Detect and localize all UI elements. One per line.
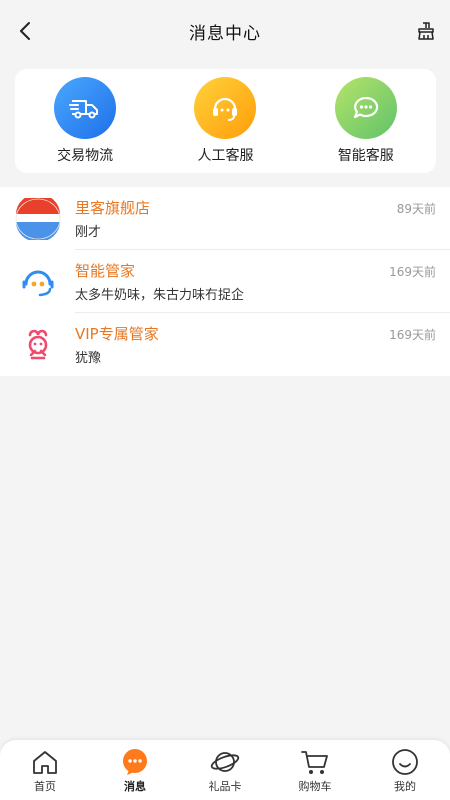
tab-gift-card-label: 礼品卡: [208, 780, 242, 793]
tab-cart-label: 购物车: [298, 780, 332, 793]
smiley-icon: [390, 747, 420, 777]
tab-gift-card[interactable]: 礼品卡: [185, 740, 265, 794]
tab-home-label: 首页: [34, 780, 56, 793]
human-service-entry[interactable]: 人工客服: [165, 77, 285, 165]
robot-headset-icon: [14, 260, 62, 304]
top-bar: 消息中心: [0, 0, 450, 62]
conversation-name: VIP专属管家: [75, 325, 159, 343]
conversation-preview: 犹豫: [75, 351, 102, 366]
cart-icon: [300, 747, 330, 777]
tab-cart[interactable]: 购物车: [275, 740, 355, 794]
tab-home[interactable]: 首页: [5, 740, 85, 794]
conversation-time: 169天前: [389, 265, 436, 279]
planet-icon: [210, 747, 240, 777]
page-title: 消息中心: [189, 23, 261, 44]
conversation-time: 169天前: [389, 328, 436, 342]
logistics-label: 交易物流: [57, 148, 114, 164]
tab-mine[interactable]: 我的: [365, 740, 445, 794]
home-icon: [30, 747, 60, 777]
conversation-preview: 刚才: [75, 225, 102, 240]
broom-icon: [418, 22, 434, 40]
tab-messages-label: 消息: [124, 780, 146, 793]
message-list: 里客旗舰店 89天前 刚才 智能管家 169天前 太多牛奶味，朱古力味冇捉企 V…: [0, 187, 450, 376]
conversation-name: 智能管家: [75, 262, 136, 280]
chevron-left-icon: [20, 22, 30, 40]
message-row-store[interactable]: 里客旗舰店 89天前 刚才: [0, 187, 450, 250]
headset-icon: [194, 77, 257, 139]
human-service-label: 人工客服: [197, 148, 254, 164]
message-row-smart-butler[interactable]: 智能管家 169天前 太多牛奶味，朱古力味冇捉企: [0, 250, 450, 313]
back-button[interactable]: [14, 19, 38, 43]
tab-messages[interactable]: 消息: [95, 740, 175, 794]
chat-bubble-icon: [334, 77, 397, 139]
tab-mine-label: 我的: [394, 780, 416, 793]
conversation-preview: 太多牛奶味，朱古力味冇捉企: [75, 288, 245, 303]
store-logo-icon: [14, 197, 62, 241]
truck-icon: [54, 77, 117, 139]
conversation-time: 89天前: [396, 202, 436, 216]
logistics-entry[interactable]: 交易物流: [25, 77, 145, 165]
message-icon: [120, 747, 150, 777]
conversation-name: 里客旗舰店: [75, 199, 151, 217]
message-row-vip[interactable]: VIP专属管家 169天前 犹豫: [0, 313, 450, 376]
quick-service-panel: 交易物流 人工客服 智能客服: [15, 69, 436, 173]
smart-service-entry[interactable]: 智能客服: [306, 77, 426, 165]
clear-messages-button[interactable]: [414, 19, 438, 43]
vip-mascot-icon: [14, 323, 62, 367]
bottom-tab-bar: 首页 消息 礼品卡 购物车 我的: [0, 740, 450, 800]
smart-service-label: 智能客服: [337, 148, 394, 164]
